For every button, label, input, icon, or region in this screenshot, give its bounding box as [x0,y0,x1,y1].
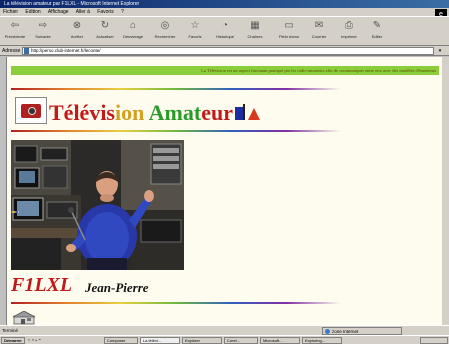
flag-logo-icon [235,104,261,120]
window-title: La télévision amateur par F1LXL - Micros… [4,1,140,7]
taskbar-task-explorer[interactable]: Explorer [182,337,222,344]
stop-button[interactable]: ⊗ Arrêter [64,19,90,45]
search-button-label: Rechercher [154,34,176,39]
fullscreen-button[interactable]: ▭ Plein écran [276,19,302,45]
history-button-label: Historique [215,34,234,39]
security-zone: zone Internet [322,327,402,335]
camera-lens [28,107,36,115]
taskbar-task-corel[interactable]: Corel... [224,337,258,344]
home-button-label: Démarrage [122,34,143,39]
site-title-part4: eur [201,100,233,125]
site-title-part1: Télévis [49,100,115,125]
menu-item-go[interactable]: Aller à [76,9,90,15]
rainbow-divider-top [11,88,341,90]
home-button[interactable]: ⌂ Démarrage [120,19,146,45]
taskbar-task-exploring[interactable]: Exploring... [302,337,342,344]
forward-button-label: Suivante [35,34,51,39]
site-title: Télévision Amateur [49,100,233,126]
refresh-icon: ↻ [100,20,110,31]
print-button-label: Imprimer [341,34,357,39]
quick-launch-icons[interactable]: ◐ ◑ ◒ ◓ [28,337,98,344]
operator-callsign: F1LXL [11,274,73,296]
search-button[interactable]: ◎ Rechercher [152,19,178,45]
menu-item-file[interactable]: Fichier [3,9,18,15]
taskbar-task-browser[interactable]: La télévi... [140,337,180,344]
operator-name: Jean-Pierre [85,280,149,295]
back-button[interactable]: ⇦ Précédente [2,19,28,45]
site-title-part3: Amat [148,100,202,125]
fullscreen-icon: ▭ [284,20,294,31]
menu-item-help[interactable]: ? [121,9,124,15]
refresh-button[interactable]: ↻ Actualiser [92,19,118,45]
back-button-label: Précédente [4,34,26,39]
window-title-bar: La télévision amateur par F1LXL - Micros… [0,0,449,8]
operator-photo [11,140,184,270]
house-icon[interactable] [12,311,38,325]
favorites-button[interactable]: ☆ Favoris [182,19,208,45]
forward-button[interactable]: ⇨ Suivante [30,19,56,45]
history-button[interactable]: ◔ Historique [212,19,238,45]
globe-icon [325,329,330,334]
rainbow-divider-bottom [11,302,341,304]
flag-blue-panel [235,107,243,120]
history-icon: ◔ [221,20,229,31]
mail-button[interactable]: ✉ Courrier [306,19,332,45]
start-button[interactable]: Démarrer [1,337,25,344]
photo-side-accent [11,211,19,213]
stop-button-label: Arrêter [70,34,84,39]
status-bar: Terminé zone Internet [0,325,449,335]
banner-text: La Télévision est un aspect fascinant pr… [201,68,436,73]
edit-button-label: Editer [371,34,383,39]
menu-item-view[interactable]: Affichage [48,9,69,15]
channels-button-label: Chaînes [247,34,263,39]
favorites-button-label: Favoris [188,34,202,39]
mail-icon: ✉ [314,20,324,31]
edit-icon: ✎ [372,20,382,31]
rainbow-divider-middle [11,130,341,132]
page-icon [24,48,29,54]
stop-icon: ⊗ [72,20,82,31]
back-arrow-icon: ⇦ [10,20,20,31]
toolbar: ⇦ Précédente ⇨ Suivante ⊗ Arrêter ↻ Actu… [0,16,449,46]
site-title-part2: ion [115,100,149,125]
flag-red-panel [248,108,260,120]
forward-arrow-icon: ⇨ [38,20,48,31]
print-icon: ⎙ [345,20,353,31]
taskbar-task-microsoft[interactable]: Microsoft... [260,337,300,344]
page-content[interactable]: La Télévision est un aspect fascinant pr… [6,57,442,325]
scrolling-banner: La Télévision est un aspect fascinant pr… [11,66,439,75]
address-input[interactable]: http://perso.club-internet.fr/leconte/ [22,47,434,55]
taskbar-task-composer[interactable]: Composer [104,337,138,344]
search-icon: ◎ [160,20,170,31]
menu-bar: Fichier Edition Affichage Aller à Favori… [0,8,449,16]
mail-button-label: Courrier [311,34,327,39]
security-zone-label: zone Internet [332,329,359,334]
favorites-icon: ☆ [190,20,200,31]
address-dropdown-icon[interactable]: ▾ [436,47,444,55]
taskbar: Démarrer ◐ ◑ ◒ ◓ Composer La télévi... E… [0,335,449,344]
tv-camera-logo [15,97,47,124]
channels-button[interactable]: ▦ Chaînes [242,19,268,45]
menu-item-favorites[interactable]: Favoris [97,9,113,15]
taskbar-clock [420,337,448,344]
flag-pole [243,104,245,120]
edit-button[interactable]: ✎ Editer [364,19,390,45]
home-icon: ⌂ [129,20,137,31]
refresh-button-label: Actualiser [96,34,114,39]
vertical-scrollbar[interactable] [442,57,449,325]
address-label: Adresse [2,48,21,54]
address-value: http://perso.club-internet.fr/leconte/ [31,48,101,53]
channels-icon: ▦ [250,20,260,31]
address-bar: Adresse http://perso.club-internet.fr/le… [0,46,449,56]
fullscreen-button-label: Plein écran [278,34,299,39]
print-button[interactable]: ⎙ Imprimer [336,19,362,45]
menu-item-edit[interactable]: Edition [25,9,40,15]
